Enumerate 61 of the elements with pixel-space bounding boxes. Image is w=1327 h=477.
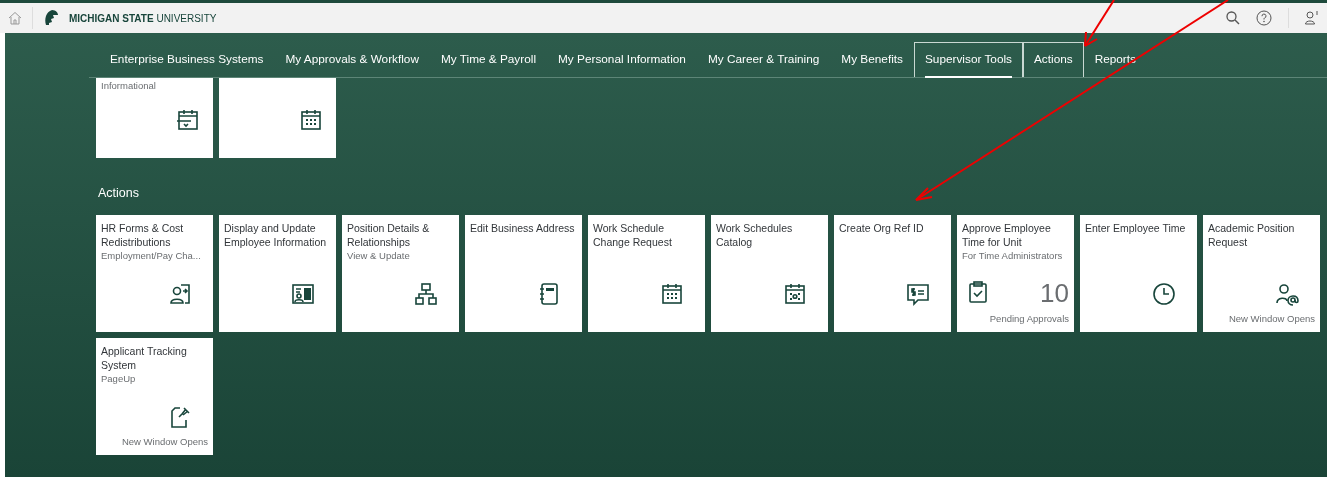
nav-tab[interactable]: My Approvals & Workflow <box>274 42 430 77</box>
calendar-icon <box>176 108 200 132</box>
tile-footer: New Window Opens <box>1208 311 1315 326</box>
search-icon[interactable] <box>1226 11 1240 25</box>
tile-subtitle: View & Update <box>347 248 411 263</box>
tile-subtitle: For Time Administrators <box>962 248 1064 263</box>
kpi-number: 10 <box>1040 279 1069 306</box>
app-tile[interactable]: Informational <box>96 78 213 158</box>
nav-tab[interactable]: Actions <box>1023 42 1084 77</box>
app-tile[interactable]: Applicant Tracking System PageUp New Window Opens <box>96 337 213 455</box>
money-message-icon <box>906 281 930 306</box>
nav-tab[interactable]: My Personal Information <box>547 42 697 77</box>
nav-tab[interactable]: My Benefits <box>830 42 914 77</box>
tile-title: Applicant Tracking System <box>101 343 188 372</box>
clock-icon <box>1152 281 1176 306</box>
app-tile[interactable]: Display and Update Employee Information <box>219 214 336 332</box>
tile-subtitle: Informational <box>101 79 157 93</box>
tile-title: Academic Position Request <box>1208 220 1296 249</box>
tile-title: Position Details & Relationships <box>347 220 431 249</box>
tile-title: Edit Business Address <box>470 220 576 235</box>
calendar-icon <box>660 281 684 306</box>
tile-title: Approve Employee Time for Unit <box>962 220 1052 249</box>
app-tile[interactable]: Enter Employee Time <box>1080 214 1197 332</box>
app-tile[interactable]: Edit Business Address <box>465 214 582 332</box>
clipboard-check-icon <box>966 279 990 304</box>
nav-tab[interactable]: Enterprise Business Systems <box>99 42 275 77</box>
nav-tab[interactable]: Reports <box>1083 42 1147 77</box>
nav-tab[interactable]: My Career & Training <box>696 42 831 77</box>
user-icon[interactable] <box>1305 11 1319 25</box>
tile-title: Create Org Ref ID <box>839 220 925 235</box>
app-tile[interactable]: Position Details & Relationships View & Update <box>342 214 459 332</box>
tile-title: Enter Employee Time <box>1085 220 1187 235</box>
app-tile[interactable]: Work Schedules Catalog <box>711 214 828 332</box>
nav-tab[interactable]: Supervisor Tools <box>914 42 1023 77</box>
help-icon[interactable] <box>1256 10 1272 26</box>
document-pin-icon <box>168 404 192 429</box>
tile-footer: New Window Opens <box>101 434 208 449</box>
nav-tab[interactable]: My Time & Payroll <box>429 42 547 77</box>
app-tile[interactable]: Academic Position Request New Window Opens <box>1203 214 1320 332</box>
notebook-icon <box>537 281 561 306</box>
section-heading: Actions <box>98 185 140 202</box>
university-logo-text: MICHIGAN STATE UNIVERSITY <box>69 11 217 26</box>
calendar-icon <box>299 108 323 132</box>
tile-subtitle: PageUp <box>101 371 137 386</box>
helmet-logo-icon <box>43 9 59 27</box>
id-card-icon <box>291 281 315 306</box>
tile-title: HR Forms & Cost Redistributions <box>101 220 185 249</box>
tile-title: Work Schedules Catalog <box>716 220 794 249</box>
tile-footer: Pending Approvals <box>962 311 1069 326</box>
person-arrow-icon <box>168 281 192 306</box>
hierarchy-icon <box>414 281 438 306</box>
tile-title: Display and Update Employee Information <box>224 220 328 249</box>
app-tile[interactable]: Approve Employee Time for Unit For Time Administrators 10 Pending Approvals <box>957 214 1074 332</box>
calendar-icon <box>783 281 807 306</box>
tile-title: Work Schedule Change Request <box>593 220 673 249</box>
app-tile[interactable]: Create Org Ref ID <box>834 214 951 332</box>
app-tile[interactable]: HR Forms & Cost Redistributions Employment/Pay Cha... <box>96 214 213 332</box>
app-tile[interactable]: Work Schedule Change Request <box>588 214 705 332</box>
app-tile[interactable] <box>219 78 336 158</box>
person-at-icon <box>1275 281 1299 306</box>
tile-subtitle: Employment/Pay Cha... <box>101 248 202 263</box>
